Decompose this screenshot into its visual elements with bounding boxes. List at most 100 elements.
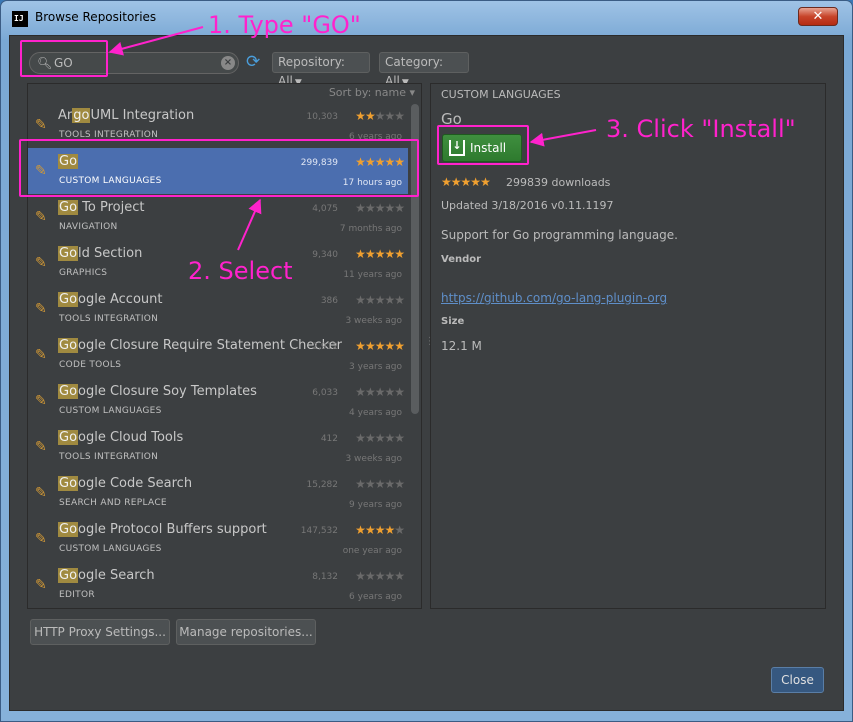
plugin-updated-date: 3 years ago (349, 362, 402, 372)
http-proxy-settings-button[interactable]: HTTP Proxy Settings... (30, 619, 170, 645)
star-icon: ★ (374, 247, 386, 261)
plugin-category: GRAPHICS (59, 268, 108, 278)
plugin-list-item[interactable]: ✎ Google Closure Soy Templates CUSTOM LANG… (28, 378, 408, 424)
plugin-list-item[interactable]: ✎ Google Code Search SEARCH AND REPLACE 15,… (28, 470, 408, 516)
plugin-updated-date: one year ago (342, 546, 402, 556)
star-icon: ★ (364, 201, 376, 215)
plugin-name: Google Cloud Tools (58, 430, 184, 445)
plugin-rating-stars: ★★★★★ (355, 431, 405, 445)
star-icon: ★ (384, 293, 395, 307)
star-icon: ★ (394, 293, 405, 307)
sort-label: Sort by: name (328, 86, 406, 99)
plugin-downloads: 6,033 (312, 388, 338, 398)
star-icon: ★ (394, 201, 405, 215)
star-icon: ★ (364, 523, 376, 537)
star-icon: ★ (374, 201, 386, 215)
annotation-box-search (20, 40, 108, 77)
plugin-name: Google Search (58, 568, 155, 583)
star-icon: ★ (364, 247, 376, 261)
intellij-icon: IJ (12, 11, 28, 27)
star-icon: ★ (384, 523, 395, 537)
plugin-downloads: 412 (320, 434, 338, 444)
star-icon: ★ (460, 175, 472, 189)
plugin-list-item[interactable]: ✎ Go To Project NAVIGATION 4,075 ★★★★★ 7 mont… (28, 194, 408, 240)
star-icon: ★ (450, 175, 462, 189)
plugin-category: TOOLS INTEGRATION (59, 314, 159, 324)
close-button[interactable]: Close (771, 667, 824, 693)
plugin-downloads: 15,282 (306, 480, 339, 490)
plugin-updated-date: 3 weeks ago (345, 454, 402, 464)
detail-rating-stars: ★★★★★ (441, 175, 491, 189)
star-icon: ★ (364, 385, 376, 399)
clear-search-icon[interactable]: × (221, 56, 235, 70)
plugin-downloads: 8,132 (312, 572, 338, 582)
plugin-icon: ✎ (35, 393, 47, 409)
star-icon: ★ (480, 175, 491, 189)
star-icon: ★ (394, 569, 405, 583)
plugin-category: TOOLS INTEGRATION (59, 452, 159, 462)
window-title: Browse Repositories (35, 10, 157, 24)
annotation-box-select (19, 139, 419, 197)
plugin-rating-stars: ★★★★★ (355, 477, 405, 491)
category-dropdown[interactable]: Category: All▼ (379, 52, 469, 88)
plugin-rating-stars: ★★★★★ (355, 247, 405, 261)
star-icon: ★ (384, 247, 395, 261)
title-bar: IJ Browse Repositories ✕ (1, 1, 852, 35)
plugin-list-item[interactable]: ✎ Google Closure Require Statement Checke… (28, 332, 408, 378)
plugin-list-item[interactable]: ✎ Google Cloud Tools TOOLS INTEGRATION 412 ★… (28, 424, 408, 470)
star-icon: ★ (364, 569, 376, 583)
sort-control[interactable]: Sort by: name ▾ (28, 84, 421, 104)
plugin-icon: ✎ (35, 255, 47, 271)
plugin-updated-date: 6 years ago (349, 592, 402, 602)
plugin-rating-stars: ★★★★★ (355, 109, 405, 123)
star-icon: ★ (374, 109, 386, 123)
plugin-category: SEARCH AND REPLACE (59, 498, 167, 508)
star-icon: ★ (355, 201, 366, 215)
plugin-downloads: 10,303 (306, 112, 339, 122)
window-close-button[interactable]: ✕ (798, 7, 838, 26)
plugin-icon: ✎ (35, 301, 47, 317)
plugin-list-item[interactable]: ✎ Google Search EDITOR 8,132 ★★★★★ 6 years ag… (28, 562, 408, 608)
annotation-step1: 1. Type "GO" (208, 11, 361, 39)
plugin-icon: ✎ (35, 117, 47, 133)
star-icon: ★ (394, 523, 405, 537)
star-icon: ★ (384, 385, 395, 399)
plugin-rating-stars: ★★★★★ (355, 523, 405, 537)
star-icon: ★ (374, 385, 386, 399)
plugin-downloads: 386 (320, 296, 338, 306)
star-icon: ★ (374, 293, 386, 307)
detail-category: CUSTOM LANGUAGES (441, 88, 561, 101)
annotation-step3: 3. Click "Install" (606, 115, 796, 143)
refresh-icon[interactable]: ⟳ (246, 52, 260, 72)
plugin-list-item[interactable]: ✎ Google Protocol Buffers support CUSTOM L… (28, 516, 408, 562)
plugin-list-item[interactable]: ✎ Google Account TOOLS INTEGRATION 386 ★★★★★… (28, 286, 408, 332)
plugin-icon: ✎ (35, 209, 47, 225)
plugin-icon: ✎ (35, 485, 47, 501)
detail-description: Support for Go programming language. (441, 228, 678, 242)
repository-dropdown[interactable]: Repository: All▼ (272, 52, 370, 88)
plugin-category: EDITOR (59, 590, 95, 600)
star-icon: ★ (374, 569, 386, 583)
star-icon: ★ (374, 431, 386, 445)
star-icon: ★ (441, 175, 452, 189)
plugin-downloads: 2,912 (312, 342, 338, 352)
manage-repositories-button[interactable]: Manage repositories... (176, 619, 316, 645)
star-icon: ★ (384, 431, 395, 445)
star-icon: ★ (364, 293, 376, 307)
star-icon: ★ (394, 247, 405, 261)
star-icon: ★ (374, 477, 386, 491)
plugin-downloads: 147,532 (300, 526, 338, 536)
plugin-updated-date: 11 years ago (343, 270, 402, 280)
plugin-category: CUSTOM LANGUAGES (59, 406, 162, 416)
detail-updated: Updated 3/18/2016 (441, 199, 548, 212)
plugin-category: CUSTOM LANGUAGES (59, 544, 162, 554)
plugin-downloads: 4,075 (312, 204, 338, 214)
star-icon: ★ (355, 247, 366, 261)
star-icon: ★ (355, 569, 366, 583)
star-icon: ★ (384, 339, 395, 353)
vendor-link[interactable]: https://github.com/go-lang-plugin-org (441, 291, 667, 305)
star-icon: ★ (374, 339, 386, 353)
detail-version: v0.11.1197 (551, 199, 614, 212)
plugin-name: Gold Section (58, 246, 143, 261)
star-icon: ★ (394, 385, 405, 399)
